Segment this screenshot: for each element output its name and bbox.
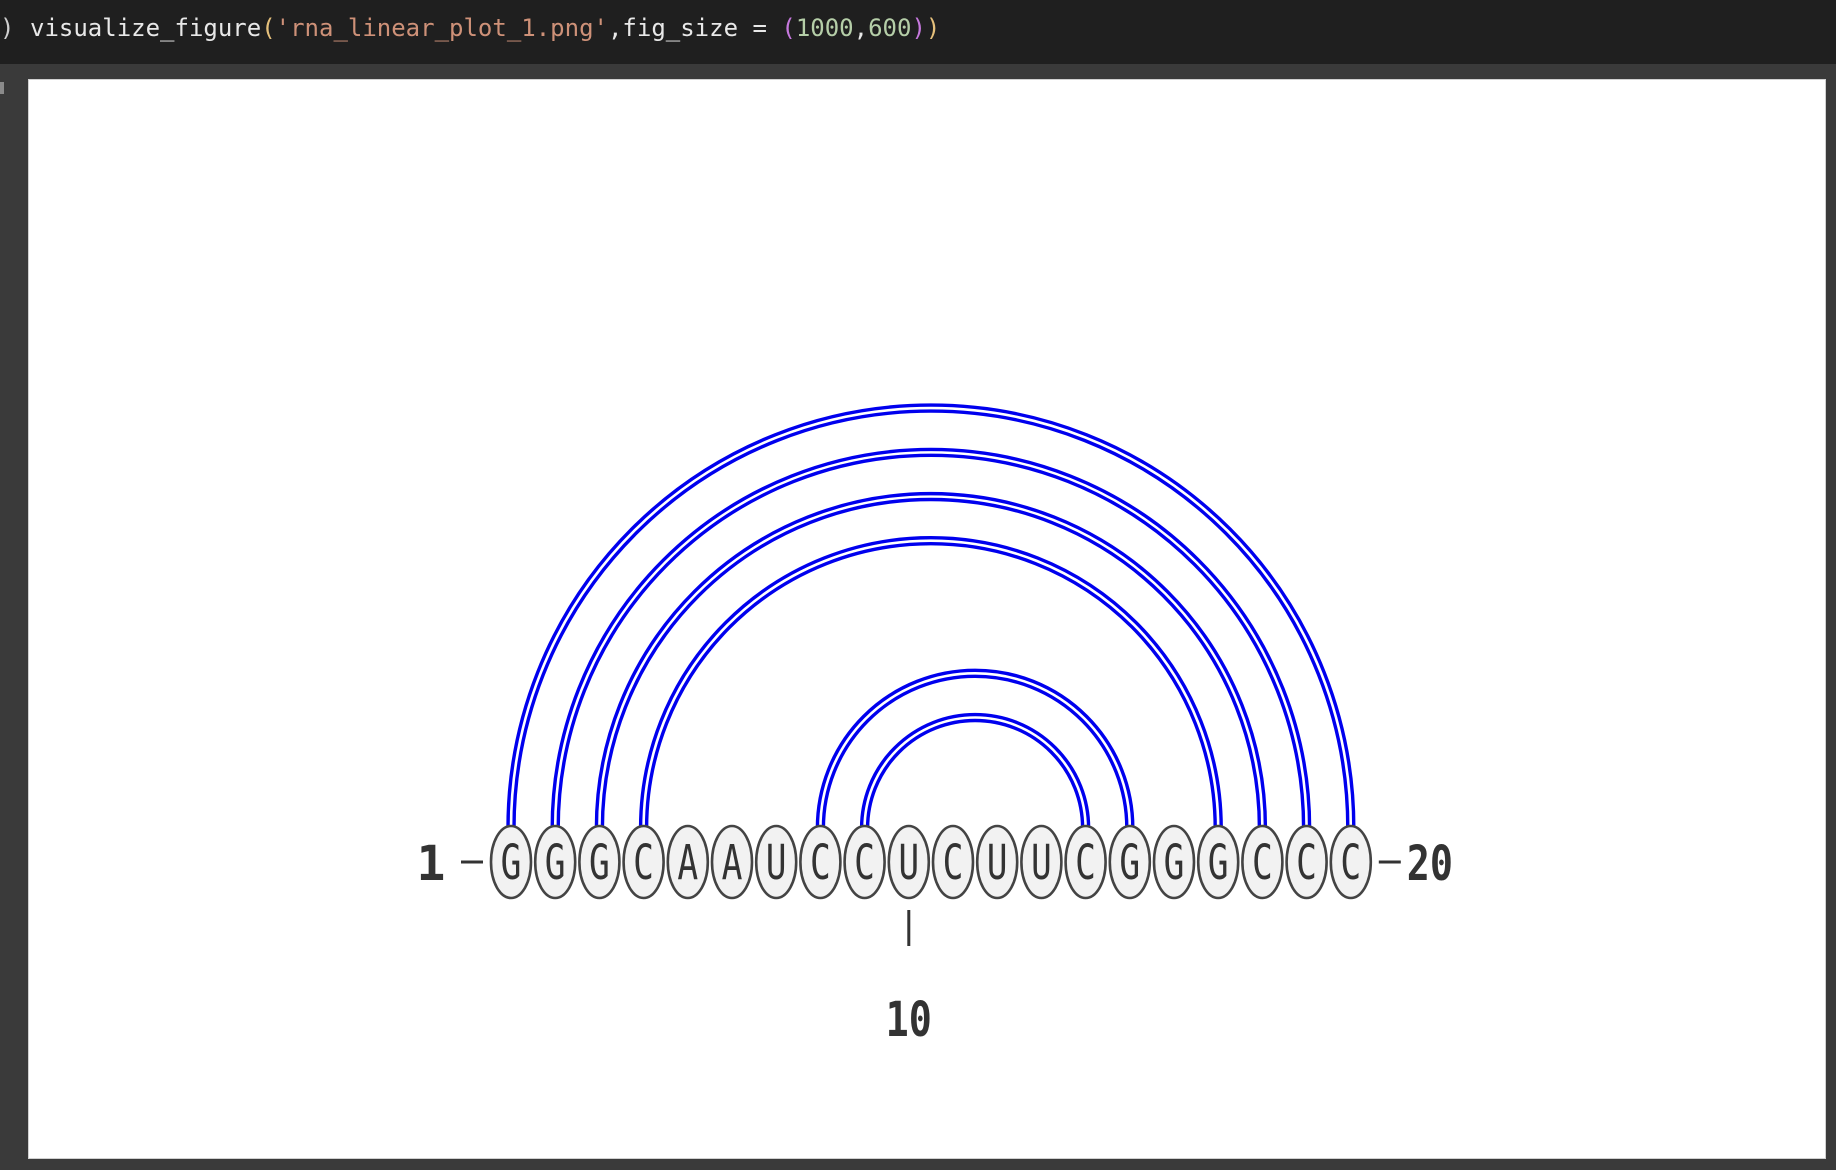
nucleotide-letter: C (943, 834, 964, 890)
arc-line (506, 403, 1356, 829)
nucleotide-1: G (489, 824, 533, 900)
nucleotide-15: G (1108, 824, 1152, 900)
nucleotide-13: U (1020, 824, 1063, 900)
nucleotide-letter: C (854, 834, 875, 890)
position-tick-label-10: 10 (886, 993, 932, 1048)
nucleotide-letter: C (1075, 834, 1096, 890)
code-function-name: visualize_figure (30, 14, 262, 42)
nucleotide-11: C (931, 824, 975, 900)
code-tuple-comma: , (853, 14, 869, 42)
nucleotide-5: A (666, 824, 710, 900)
start-index-label: 1 (417, 836, 446, 892)
nucleotide-letter: G (1164, 834, 1185, 890)
nucleotide-2: G (533, 824, 577, 900)
nucleotide-letter: A (722, 834, 743, 890)
code-tuple-open: ( (781, 14, 796, 42)
rna-arc-diagram: G G G C A A U C C U C U U C G G G C C C1 2010 (417, 403, 1453, 1048)
nucleotide-16: G (1152, 824, 1196, 900)
nucleotide-letter: G (501, 834, 522, 890)
code-cell[interactable]: ) visualize_figure('rna_linear_plot_1.pn… (0, 0, 1836, 64)
arc-line (556, 453, 1306, 829)
nucleotide-8: C (799, 824, 842, 900)
code-close-paren: ) (925, 14, 941, 42)
arc-line (512, 409, 1350, 829)
base-pair-arc-9-14 (859, 712, 1091, 829)
arc-line (865, 718, 1085, 829)
cell-prompt: ) (0, 14, 15, 42)
code-argument-separator: ,fig_size = (607, 14, 782, 42)
nucleotide-letter: C (1252, 834, 1273, 890)
code-tuple-close: ) (911, 14, 926, 42)
nucleotide-9: C (843, 824, 886, 900)
arc-line (644, 542, 1217, 829)
nucleotide-10: U (887, 824, 931, 900)
nucleotide-letter: C (1340, 834, 1361, 890)
output-area: G G G C A A U C C U C U U C G G G C C C 1 20 10 (0, 64, 1836, 1170)
code-filename-string: 'rna_linear_plot_1.png' (275, 14, 608, 42)
nucleotide-letter: U (987, 834, 1008, 890)
nucleotide-letter: U (766, 834, 787, 890)
code-open-paren: ( (261, 14, 276, 42)
code-height-value: 600 (868, 14, 912, 42)
arc-line (859, 712, 1091, 829)
nucleotide-letter: C (633, 834, 654, 890)
nucleotide-7: U (754, 824, 798, 900)
code-width-value: 1000 (795, 14, 854, 42)
nucleotide-letter: G (589, 834, 610, 890)
nucleotide-19: C (1285, 824, 1328, 900)
nucleotide-letter: A (677, 834, 698, 890)
nucleotide-3: G (578, 824, 621, 900)
figure-image: G G G C A A U C C U C U U C G G G C C C 1 20 10 (28, 79, 1826, 1159)
nucleotide-18: C (1241, 824, 1284, 900)
nucleotide-4: C (622, 824, 665, 900)
nucleotide-6: A (710, 824, 754, 900)
output-prompt-marker (0, 82, 4, 94)
nucleotide-12: U (975, 824, 1019, 900)
nucleotide-letter: C (810, 834, 831, 890)
nucleotide-letter: C (1296, 834, 1317, 890)
end-index-label: 20 (1407, 837, 1453, 892)
nucleotide-letter: U (898, 834, 919, 890)
nucleotide-letter: U (1031, 834, 1052, 890)
arc-line (600, 497, 1262, 829)
base-pair-arc-1-20 (506, 403, 1356, 829)
nucleotide-14: C (1064, 824, 1107, 900)
nucleotide-letter: G (1208, 834, 1229, 890)
nucleotide-17: G (1196, 824, 1240, 900)
code-line[interactable]: visualize_figure('rna_linear_plot_1.png'… (30, 14, 940, 42)
nucleotide-20: C (1329, 824, 1373, 900)
nucleotide-letter: G (545, 834, 566, 890)
nucleotide-letter: G (1119, 834, 1140, 890)
